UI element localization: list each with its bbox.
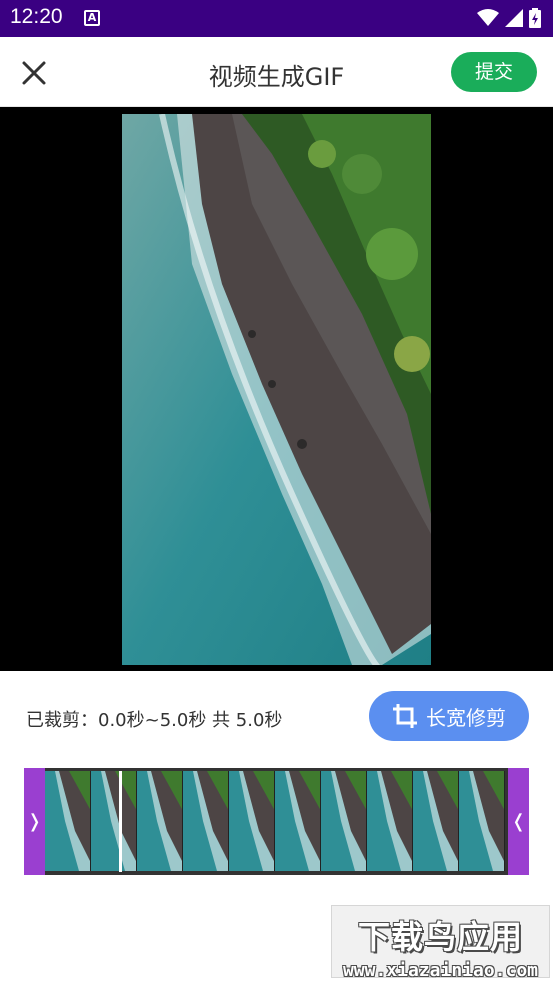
trim-end-handle[interactable]: ❬ — [508, 768, 529, 875]
timeline-thumbnail — [459, 771, 505, 871]
aspect-crop-label: 长宽修剪 — [426, 705, 506, 730]
wifi-icon — [477, 9, 499, 26]
status-bar: 12:20 A — [0, 0, 553, 37]
trim-start-handle[interactable]: ❭ — [24, 768, 45, 875]
timeline-thumbnail — [91, 771, 137, 871]
timeline-thumbnail — [229, 771, 275, 871]
status-time: 12:20 — [10, 5, 63, 28]
status-icons — [477, 8, 541, 28]
trim-info-row: 已裁剪：0.0秒~5.0秒 共 5.0秒 长宽修剪 — [0, 671, 553, 763]
crop-icon — [393, 704, 417, 728]
submit-button[interactable]: 提交 — [451, 52, 537, 92]
watermark-logo: 下载鸟应用 www.xiazainiao.com — [331, 905, 550, 981]
timeline-thumbnail — [321, 771, 367, 871]
watermark-url: www.xiazainiao.com — [342, 960, 539, 981]
video-frame[interactable] — [122, 114, 431, 665]
timeline-thumbnail — [183, 771, 229, 871]
trim-range-text: 已裁剪：0.0秒~5.0秒 共 5.0秒 — [26, 710, 283, 731]
video-preview — [0, 107, 553, 671]
thumbnail-strip — [45, 771, 508, 871]
timeline-thumbnail — [137, 771, 183, 871]
watermark-main: 下载鸟应用 — [357, 918, 523, 956]
timeline-thumbnail — [275, 771, 321, 871]
timeline-thumbnail — [367, 771, 413, 871]
aspect-crop-button[interactable]: 长宽修剪 — [369, 691, 529, 741]
timeline-thumbnail — [45, 771, 91, 871]
playhead[interactable] — [119, 771, 122, 872]
timeline-thumbnail — [413, 771, 459, 871]
app-bar: 视频生成GIF 提交 — [0, 37, 553, 107]
battery-icon — [529, 8, 541, 28]
coastline-image — [122, 114, 431, 665]
timeline[interactable]: ❭ ❬ — [24, 768, 529, 875]
thumbnail-frames — [45, 771, 505, 871]
signal-icon — [505, 9, 523, 27]
notification-icon: A — [84, 10, 100, 26]
